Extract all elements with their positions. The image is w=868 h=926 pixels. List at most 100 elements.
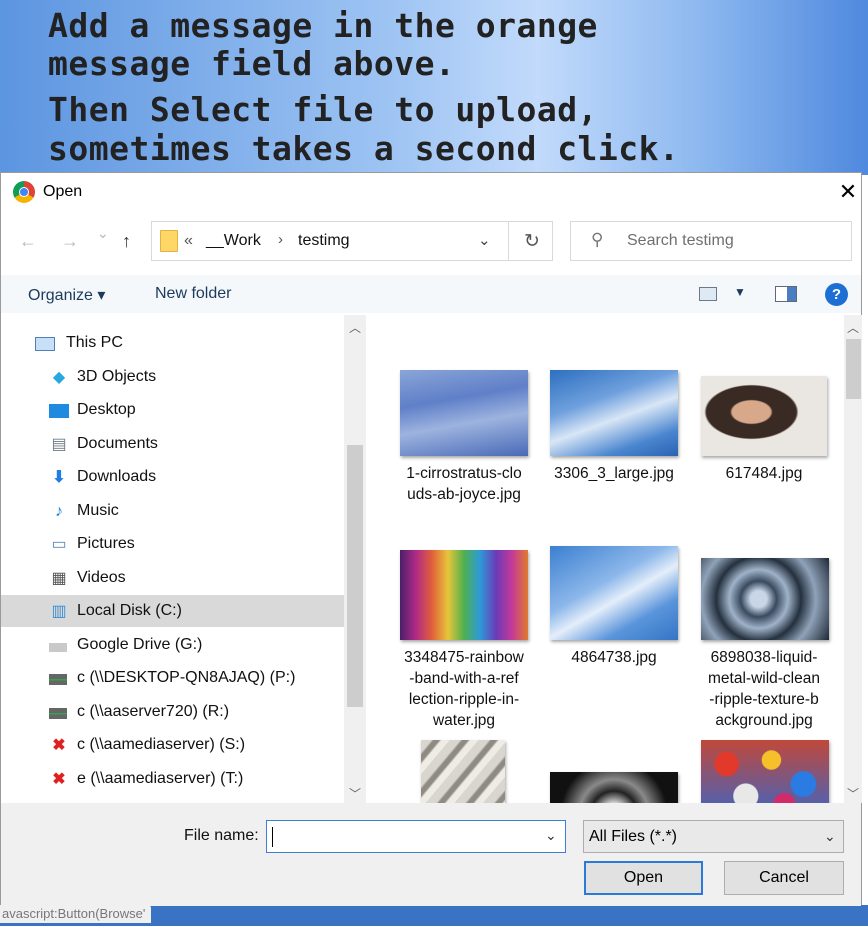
- command-bar: Organize ▾ New folder ▼ ?: [1, 275, 861, 313]
- nav-item-network-t[interactable]: ✖ e (\\aamediaserver) (T:): [1, 763, 344, 795]
- recent-locations-button[interactable]: ⌄: [97, 225, 109, 242]
- file-name-line: 617484.jpg: [725, 465, 803, 482]
- file-thumbnail[interactable]: [701, 740, 829, 803]
- music-icon: ♪: [55, 503, 63, 520]
- close-button[interactable]: ✕: [833, 177, 863, 207]
- banner-line: sometimes takes a second click.: [48, 129, 680, 168]
- nav-scrollbar[interactable]: ︿ ﹀: [344, 315, 366, 803]
- organize-menu[interactable]: Organize ▾: [28, 285, 105, 305]
- file-name[interactable]: 617484.jpg: [689, 463, 839, 484]
- nav-item-pictures[interactable]: ▭ Pictures: [1, 528, 344, 560]
- file-name-line: 3348475-rainbow: [404, 649, 524, 666]
- file-thumbnail[interactable]: [550, 370, 678, 456]
- nav-item-label: Videos: [77, 569, 126, 586]
- open-button[interactable]: Open: [584, 861, 703, 895]
- cube-icon: ◆: [52, 369, 66, 386]
- file-thumbnail[interactable]: [701, 376, 827, 456]
- change-view-icon[interactable]: [699, 287, 717, 301]
- view-options-dropdown[interactable]: ▼: [734, 285, 746, 299]
- file-thumbnail[interactable]: [400, 550, 528, 640]
- cancel-button[interactable]: Cancel: [724, 861, 844, 895]
- address-dropdown-icon[interactable]: ⌄: [478, 231, 491, 249]
- file-name[interactable]: 4864738.jpg: [539, 647, 689, 668]
- banner-line: Then Select file to upload,: [48, 90, 598, 129]
- browser-status-text: avascript:Button(Browse': [0, 905, 152, 923]
- nav-item-label: c (\\DESKTOP-QN8AJAQ) (P:): [77, 669, 296, 686]
- nav-item-videos[interactable]: ▦ Videos: [1, 562, 344, 594]
- nav-item-label: Music: [77, 502, 119, 519]
- nav-item-downloads[interactable]: ⬇ Downloads: [1, 461, 344, 493]
- file-thumbnail[interactable]: [701, 558, 829, 640]
- scroll-up-icon[interactable]: ︿: [344, 319, 366, 336]
- file-type-select[interactable]: All Files (*.*) ⌄: [583, 820, 844, 853]
- document-icon: ▤: [51, 436, 67, 453]
- nav-item-3d-objects[interactable]: ◆ 3D Objects: [1, 361, 344, 393]
- nav-item-local-disk[interactable]: ▥ Local Disk (C:): [1, 595, 344, 627]
- dialog-footer: File name: ⌄ All Files (*.*) ⌄ Open Canc…: [1, 803, 861, 906]
- nav-item-documents[interactable]: ▤ Documents: [1, 428, 344, 460]
- breadcrumb-testimg[interactable]: testimg: [298, 232, 350, 250]
- chevron-down-icon: ⌄: [824, 828, 836, 844]
- file-name-line: 4864738.jpg: [571, 649, 657, 666]
- search-placeholder: Search testimg: [627, 232, 734, 249]
- scrollbar-thumb[interactable]: [347, 445, 363, 707]
- file-name-line: ackground.jpg: [715, 712, 813, 729]
- text-caret: [272, 827, 273, 847]
- up-button[interactable]: ↑: [122, 231, 131, 252]
- file-name[interactable]: 3348475-rainbow -band-with-a-ref lection…: [389, 647, 539, 731]
- file-type-value: All Files (*.*): [589, 828, 678, 845]
- back-button[interactable]: ←: [19, 231, 37, 252]
- nav-item-network-r[interactable]: c (\\aaserver720) (R:): [1, 696, 344, 728]
- file-thumbnail[interactable]: [400, 370, 528, 456]
- address-bar[interactable]: « __Work › testimg ⌄ ↻: [151, 221, 553, 261]
- disconnected-drive-icon: ✖: [52, 737, 66, 754]
- new-folder-button[interactable]: New folder: [155, 285, 231, 303]
- file-name-line: -band-with-a-ref: [409, 670, 519, 687]
- nav-item-label: Documents: [77, 435, 158, 452]
- file-name-line: -ripple-texture-b: [709, 691, 819, 708]
- breadcrumb-work[interactable]: __Work: [206, 232, 261, 250]
- nav-item-music[interactable]: ♪ Music: [1, 495, 344, 527]
- nav-item-google-drive[interactable]: Google Drive (G:): [1, 629, 344, 661]
- nav-item-this-pc[interactable]: This PC: [1, 327, 344, 359]
- computer-icon: [35, 337, 55, 351]
- nav-item-label: Downloads: [77, 468, 157, 485]
- video-icon: ▦: [51, 570, 67, 587]
- file-name-line: 6898038-liquid-: [710, 649, 818, 666]
- dialog-titlebar[interactable]: Open ✕: [1, 173, 861, 211]
- file-thumbnail[interactable]: [421, 740, 505, 803]
- help-icon[interactable]: ?: [825, 283, 848, 306]
- scroll-down-icon[interactable]: ﹀: [344, 785, 366, 802]
- file-name[interactable]: 6898038-liquid- metal-wild-clean -ripple…: [689, 647, 839, 731]
- forward-button[interactable]: →: [61, 231, 79, 252]
- file-name-input[interactable]: ⌄: [266, 820, 566, 853]
- file-name[interactable]: 3306_3_large.jpg: [539, 463, 689, 484]
- file-name-line: water.jpg: [432, 712, 496, 729]
- file-list-scrollbar[interactable]: ︿ ﹀: [844, 315, 862, 803]
- scrollbar-thumb[interactable]: [846, 339, 861, 399]
- nav-item-network-p[interactable]: c (\\DESKTOP-QN8AJAQ) (P:): [1, 662, 344, 694]
- nav-item-network-s[interactable]: ✖ c (\\aamediaserver) (S:): [1, 729, 344, 761]
- folder-icon: [160, 230, 178, 252]
- file-thumbnail[interactable]: [550, 546, 678, 640]
- search-input[interactable]: ⚲ Search testimg: [570, 221, 852, 261]
- nav-item-label: e (\\aamediaserver) (T:): [77, 770, 244, 787]
- nav-item-label: This PC: [66, 334, 123, 351]
- file-name[interactable]: 1-cirrostratus-clo uds-ab-joyce.jpg: [389, 463, 539, 505]
- refresh-icon[interactable]: ↻: [524, 230, 540, 253]
- disk-icon: ▥: [51, 603, 67, 620]
- nav-item-label: c (\\aaserver720) (R:): [77, 703, 230, 720]
- scroll-up-icon[interactable]: ︿: [844, 319, 862, 336]
- chevron-down-icon[interactable]: ⌄: [545, 827, 557, 844]
- breadcrumb-separator: ›: [278, 231, 283, 248]
- banner-line: Add a message in the orange: [48, 6, 598, 45]
- preview-pane-icon[interactable]: [775, 286, 797, 302]
- network-drive-icon: [49, 674, 67, 685]
- page-banner: Add a message in the orange message fiel…: [0, 0, 868, 175]
- disconnected-drive-icon: ✖: [52, 771, 66, 788]
- breadcrumb-overflow[interactable]: «: [184, 232, 193, 250]
- nav-item-label: Pictures: [77, 535, 135, 552]
- scroll-down-icon[interactable]: ﹀: [844, 785, 862, 802]
- file-thumbnail[interactable]: [550, 772, 678, 803]
- nav-item-desktop[interactable]: Desktop: [1, 394, 344, 426]
